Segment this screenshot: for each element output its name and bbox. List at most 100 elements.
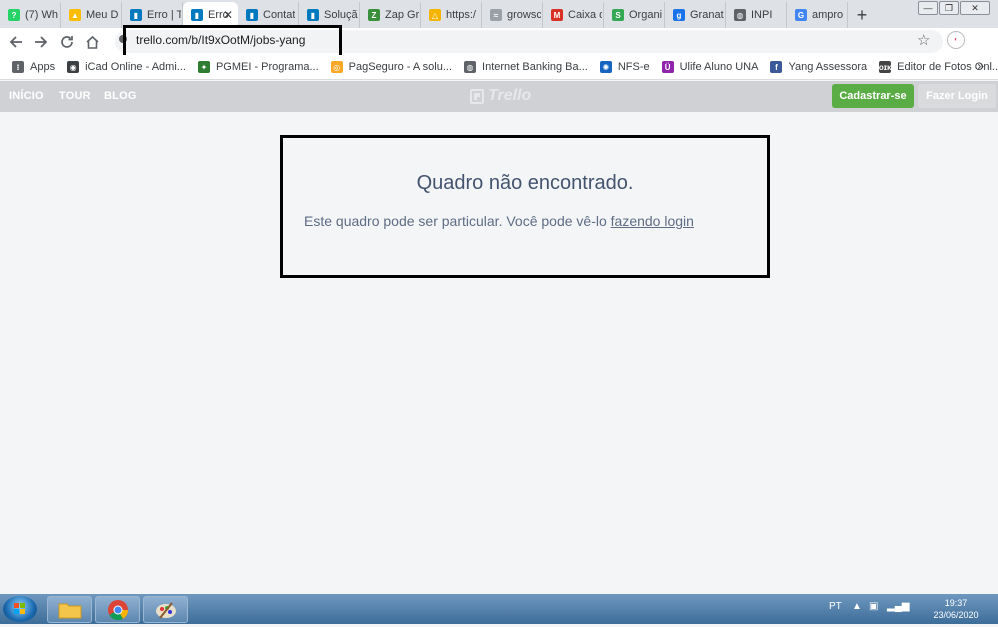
trello-board-icon	[470, 88, 484, 104]
tab-title: Soluçã	[324, 9, 358, 21]
browser-tab[interactable]: ▲ Meu D	[61, 2, 122, 28]
bookmark-label: NFS-e	[617, 61, 650, 73]
minimize-button[interactable]: —	[918, 1, 938, 15]
forward-button[interactable]	[31, 32, 51, 52]
home-icon	[85, 35, 99, 49]
bookmark-label: PagSeguro - A solu...	[348, 61, 453, 73]
browser-tab[interactable]: g Granat	[665, 2, 726, 28]
trello-logo-text: Trello	[488, 87, 532, 104]
clock-time: 19:37	[944, 598, 968, 608]
tray-expand-icon[interactable]: ▲	[852, 601, 862, 612]
close-tab-icon[interactable]: ✕	[223, 8, 233, 22]
tray-device-icon[interactable]: ▣	[869, 601, 878, 612]
tab-title: (7) Wh	[25, 9, 58, 21]
bookmark-item[interactable]: ◉ iCad Online - Admi...	[67, 61, 186, 73]
bookmark-label: Ulife Aluno UNA	[679, 61, 759, 73]
login-button[interactable]: Fazer Login	[918, 84, 996, 108]
taskbar-clock[interactable]: 19:37 23/06/2020	[930, 597, 982, 621]
tab-title: Meu D	[86, 9, 119, 21]
bookmark-label: PGMEI - Programa...	[215, 61, 319, 73]
login-link[interactable]: fazendo login	[611, 213, 694, 229]
close-window-button[interactable]: ✕	[960, 1, 990, 15]
tab-favicon-icon: Z	[368, 9, 380, 21]
error-message: Este quadro pode ser particular. Você po…	[304, 213, 694, 229]
tab-strip: ? (7) Wh ▲ Meu D ▮ Erro | T ▮ Erro ✕ ▮ Contat ▮ Solu…	[0, 0, 998, 28]
browser-tab[interactable]: ? (7) Wh	[0, 2, 61, 28]
bookmark-icon: ◍	[464, 61, 477, 73]
browser-tab[interactable]: ≈ growsc	[482, 2, 543, 28]
bookmark-icon: ✺	[599, 61, 612, 73]
bookmark-label: Internet Banking Ba...	[482, 61, 588, 73]
tab-favicon-icon: ▮	[246, 9, 258, 21]
bookmark-icon: Ü	[661, 61, 674, 73]
browser-tab[interactable]: Gampro	[787, 2, 848, 28]
windows-logo-icon	[14, 603, 25, 614]
arrow-left-icon	[9, 36, 22, 48]
tab-favicon-icon: ▮	[191, 9, 203, 21]
reload-button[interactable]	[57, 32, 77, 52]
bookmark-icon: ✦	[197, 61, 210, 73]
folder-icon	[58, 603, 81, 618]
taskbar-paint-button[interactable]	[143, 596, 188, 623]
tab-favicon-icon: M	[551, 9, 563, 21]
maximize-button[interactable]: ❐	[939, 1, 959, 15]
bookmarks-bar: ⁝ Apps ◉ iCad Online - Admi... ✦ PGMEI - Prog…	[0, 55, 998, 80]
tab-favicon-icon: S	[612, 9, 624, 21]
tab-favicon-icon: ◍	[734, 9, 746, 21]
bookmark-item[interactable]: Ü Ulife Aluno UNA	[661, 61, 759, 73]
browser-tab[interactable]: ◍ INPI	[726, 2, 787, 28]
tab-title: growsc	[507, 9, 541, 21]
volume-icon[interactable]: 🔈︎	[906, 601, 912, 612]
tab-favicon-icon: g	[673, 9, 685, 21]
new-tab-button[interactable]: +	[848, 2, 876, 28]
bookmark-item[interactable]: f Yang Assessora	[770, 61, 867, 73]
bookmark-icon: ᴏɪᴋ	[878, 61, 892, 73]
tab-title: Erro | T	[147, 9, 181, 21]
browser-tab[interactable]: Z Zap Gr	[360, 2, 421, 28]
tab-favicon-icon: G	[795, 9, 807, 21]
browser-tab[interactable]: △ https:/	[421, 2, 482, 28]
bookmark-star-icon[interactable]: ☆	[917, 31, 930, 49]
tab-favicon-icon: ?	[8, 9, 20, 21]
back-button[interactable]	[6, 32, 26, 52]
bookmark-item[interactable]: ◎ PagSeguro - A solu...	[330, 61, 453, 73]
tab-title: ampro	[812, 9, 844, 21]
tab-title: Caixa d	[568, 9, 602, 21]
extension-icon[interactable]: ◐	[947, 31, 965, 49]
tab-title: Zap Gr	[385, 9, 419, 21]
tab-title: https:/	[446, 9, 476, 21]
taskbar-explorer-button[interactable]	[47, 596, 92, 623]
clock-date: 23/06/2020	[933, 610, 979, 620]
bookmark-item[interactable]: ⁝ Apps	[12, 61, 55, 73]
tab-title: Granat	[690, 9, 724, 21]
tab-favicon-icon: ▲	[69, 9, 81, 21]
tab-favicon-icon: ▮	[307, 9, 319, 21]
bookmark-item[interactable]: ✺ NFS-e	[599, 61, 650, 73]
bookmark-icon: f	[770, 61, 783, 73]
language-indicator[interactable]: PT	[829, 601, 842, 612]
bookmark-label: Yang Assessora	[788, 61, 868, 73]
bookmarks-more-button[interactable]: »	[977, 59, 984, 73]
window-controls: — ❐ ✕	[917, 1, 990, 15]
taskbar-chrome-button[interactable]	[95, 596, 140, 623]
nav-tour-link[interactable]: TOUR	[59, 90, 91, 102]
tab-favicon-icon: △	[429, 9, 441, 21]
browser-tab[interactable]: M Caixa d	[543, 2, 604, 28]
arrow-right-icon	[35, 36, 48, 48]
nav-inicio-link[interactable]: INÍCIO	[9, 90, 44, 102]
trello-logo[interactable]: Trello	[470, 87, 531, 105]
paint-icon	[155, 601, 176, 619]
tab-title: Contat	[263, 9, 296, 21]
tab-favicon-icon: ▮	[130, 9, 142, 21]
tab-title: INPI	[751, 9, 773, 21]
start-button[interactable]	[3, 596, 37, 622]
home-button[interactable]	[82, 32, 102, 52]
nav-blog-link[interactable]: BLOG	[104, 90, 137, 102]
tab-title: Organi	[629, 9, 663, 21]
bookmark-item[interactable]: ✦ PGMEI - Programa...	[197, 61, 319, 73]
bookmark-item[interactable]: ◍ Internet Banking Ba...	[464, 61, 588, 73]
signup-button[interactable]: Cadastrar-se	[832, 84, 914, 108]
bookmark-icon: ◉	[67, 61, 80, 73]
bookmark-label: iCad Online - Admi...	[85, 61, 186, 73]
browser-tab[interactable]: S Organi	[604, 2, 665, 28]
